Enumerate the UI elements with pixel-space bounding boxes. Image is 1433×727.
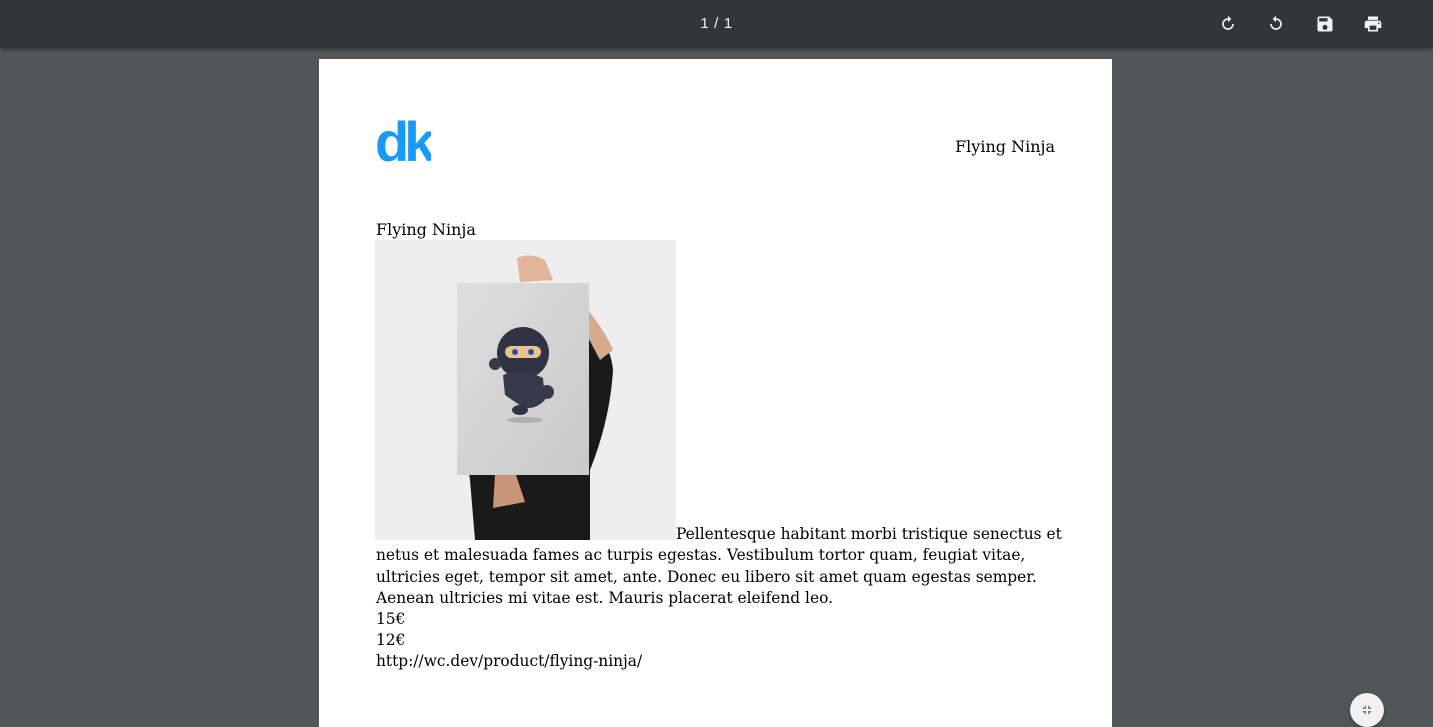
rotate-counterclockwise-button[interactable] bbox=[1266, 14, 1286, 34]
save-icon bbox=[1317, 16, 1333, 32]
product-description: Pellentesque habitant morbi tristique se… bbox=[376, 525, 1062, 607]
product-image bbox=[375, 240, 676, 540]
fit-to-page-icon bbox=[1362, 705, 1372, 715]
pdf-page: dk Flying Ninja Flying Ninja Pellentesqu… bbox=[319, 59, 1112, 727]
document-viewer[interactable]: dk Flying Ninja Flying Ninja Pellentesqu… bbox=[0, 48, 1433, 727]
rotate-clockwise-button[interactable] bbox=[1218, 14, 1238, 34]
current-page-number[interactable]: 1 bbox=[700, 15, 709, 32]
print-icon bbox=[1364, 16, 1382, 32]
print-button[interactable] bbox=[1363, 14, 1383, 34]
logo-text: dk bbox=[375, 115, 431, 165]
ninja-poster-illustration bbox=[375, 240, 676, 540]
pdf-toolbar: 1/1 bbox=[0, 0, 1433, 48]
sale-price: 12€ bbox=[376, 631, 406, 649]
company-logo: dk bbox=[375, 110, 441, 173]
document-header-title: Flying Ninja bbox=[955, 137, 1055, 156]
rotate-clockwise-icon bbox=[1222, 15, 1234, 30]
dk-logo-graphic: dk bbox=[375, 110, 441, 173]
fit-to-page-button[interactable] bbox=[1350, 693, 1384, 727]
product-name: Flying Ninja bbox=[376, 220, 476, 239]
total-pages-number: 1 bbox=[723, 15, 733, 32]
product-url: http://wc.dev/product/flying-ninja/ bbox=[376, 652, 643, 670]
regular-price: 15€ bbox=[376, 610, 406, 628]
rotate-counterclockwise-icon bbox=[1270, 15, 1282, 30]
page-separator: / bbox=[714, 15, 719, 32]
save-button[interactable] bbox=[1315, 14, 1335, 34]
